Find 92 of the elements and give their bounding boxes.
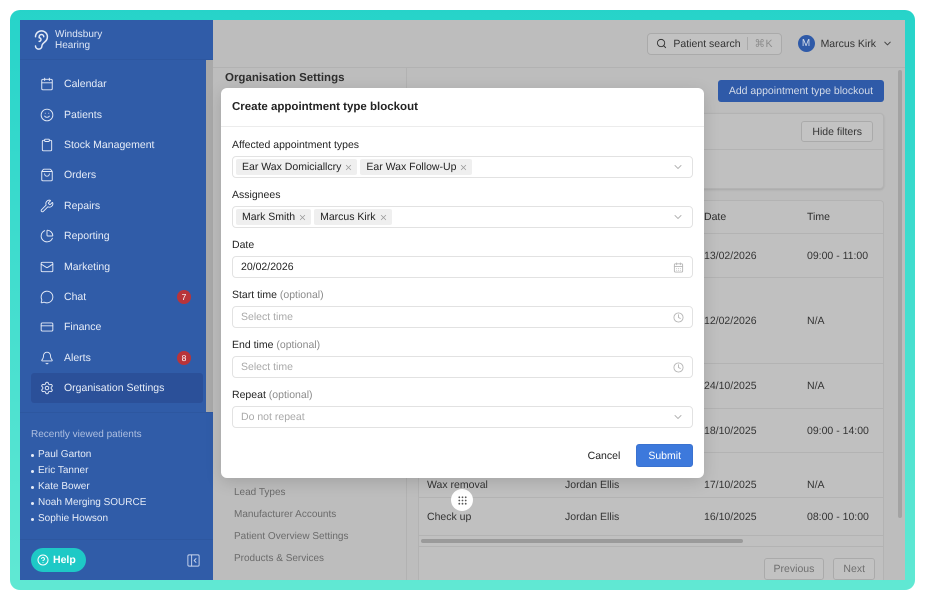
modal-title: Create appointment type blockout — [232, 101, 418, 113]
recent-patient-link[interactable]: Eric Tanner — [38, 463, 88, 479]
nav-icon — [40, 138, 54, 152]
nav-icon — [40, 77, 54, 92]
count-badge: 8 — [177, 350, 191, 365]
bullet-icon — [31, 454, 34, 456]
sidebar-item[interactable]: Finance — [31, 312, 203, 343]
sidebar-item[interactable]: Patients — [31, 99, 203, 130]
sidebar-item[interactable]: Reporting — [31, 220, 203, 252]
table-cell-text: N/A — [807, 380, 826, 392]
table-cell-text: 13/02/2026 — [704, 250, 758, 262]
sidebar-item[interactable]: Chat 7 — [31, 282, 203, 312]
field-label: Repeat (optional) — [232, 389, 314, 401]
nav-icon — [40, 381, 54, 396]
sidebar-item[interactable]: Stock Management — [31, 130, 203, 160]
settings-nav-item[interactable]: Manufacturer Accounts — [225, 504, 406, 526]
table-cell-text: Jordan Ellis — [565, 510, 620, 522]
calendar-icon — [673, 262, 684, 272]
nav-icon — [40, 290, 54, 304]
sidebar-item[interactable]: Organisation Settings — [31, 372, 203, 404]
table-cell-text: 24/10/2025 — [704, 380, 758, 392]
section-title: Recently viewed patients — [31, 429, 143, 440]
cancel-button[interactable]: Cancel — [584, 444, 624, 467]
grip-icon — [456, 494, 468, 506]
nav-icon — [40, 260, 54, 274]
scrollbar-thumb[interactable] — [206, 60, 213, 412]
user-name[interactable]: Marcus Kirk — [820, 38, 876, 50]
remove-icon[interactable] — [298, 212, 308, 222]
add-blockout-button[interactable]: Add appointment type blockout — [718, 80, 884, 102]
selected-tag: Ear Wax Domiciallcry — [236, 159, 358, 175]
bullet-icon — [31, 470, 34, 472]
remove-icon[interactable] — [459, 162, 468, 172]
table-cell-text: 18/10/2025 — [704, 424, 758, 436]
remove-icon[interactable] — [378, 212, 388, 222]
table-cell-text: Jordan Ellis — [565, 479, 620, 491]
table-cell-text: 17/10/2025 — [704, 479, 758, 491]
nav-icon — [40, 350, 54, 365]
table-cell-text: 12/02/2026 — [704, 314, 758, 326]
remove-icon[interactable] — [344, 162, 354, 172]
field-label: Assignees — [232, 189, 282, 201]
table-cell-text: 09:00 - 11:00 — [807, 250, 870, 262]
field-label: Start time (optional) — [232, 289, 325, 301]
selected-tag: Mark Smith — [236, 209, 312, 225]
nav-icon — [40, 198, 54, 213]
settings-nav-item[interactable]: Lead Types — [225, 482, 406, 504]
help-icon — [37, 554, 49, 566]
submit-button[interactable]: Submit — [636, 444, 693, 467]
column-header: Time — [807, 211, 831, 223]
recent-patient-link[interactable]: Sophie Howson — [38, 511, 108, 527]
table-cell-text: Wax removal — [427, 479, 489, 491]
table-cell-text: Check up — [427, 510, 472, 522]
sidebar-item[interactable]: Orders — [31, 160, 203, 191]
count-badge: 7 — [177, 290, 191, 304]
scrollbar-thumb[interactable] — [421, 539, 743, 543]
sidebar-item[interactable]: Marketing — [31, 251, 203, 282]
multi-select-field[interactable]: Mark Smith Marcus Kirk — [232, 206, 693, 228]
brand-name: Windsbury Hearing — [55, 28, 102, 50]
settings-nav-item[interactable]: Patient Overview Settings — [225, 526, 406, 548]
user-avatar[interactable]: M — [798, 35, 815, 52]
sidebar-item[interactable]: Alerts 8 — [31, 342, 203, 373]
bullet-icon — [31, 518, 34, 520]
nav-icon — [40, 108, 54, 122]
settings-title: Organisation Settings — [225, 72, 346, 84]
column-header: Date — [704, 211, 728, 223]
table-cell-text: 09:00 - 14:00 — [807, 424, 870, 436]
table-cell-text: 08:00 - 10:00 — [807, 510, 870, 522]
bullet-icon — [31, 502, 34, 504]
selected-tag: Ear Wax Follow-Up — [360, 159, 472, 175]
collapse-sidebar-icon[interactable] — [186, 552, 201, 568]
table-cell-text: N/A — [807, 479, 826, 491]
hide-filters-button[interactable]: Hide filters — [801, 121, 873, 142]
multi-select-field[interactable]: Ear Wax Domiciallcry Ear Wax Follow-Up — [232, 156, 693, 178]
recent-patient-link[interactable]: Noah Merging SOURCE — [38, 495, 146, 511]
field-label: End time (optional) — [232, 339, 322, 351]
settings-nav-item[interactable]: Products & Services — [225, 548, 406, 570]
sidebar-item[interactable]: Repairs — [31, 190, 203, 221]
recent-patient-link[interactable]: Kate Bower — [38, 479, 90, 495]
recent-patient-link[interactable]: Paul Garton — [38, 447, 92, 463]
nav-icon — [40, 229, 54, 244]
field-label: Affected appointment types — [232, 139, 360, 151]
clock-icon — [673, 362, 684, 372]
date-field[interactable]: 20/02/2026 — [232, 256, 693, 278]
field-label: Date — [232, 239, 256, 251]
nav-icon — [40, 320, 54, 334]
sidebar-item[interactable]: Calendar — [31, 69, 203, 100]
clock-icon — [673, 312, 684, 322]
nav-icon — [40, 168, 54, 182]
table-cell-text: 16/10/2025 — [704, 510, 758, 522]
selected-tag: Marcus Kirk — [314, 209, 392, 225]
search-icon — [656, 38, 668, 49]
table-cell-text: N/A — [807, 314, 826, 326]
bullet-icon — [31, 486, 34, 488]
